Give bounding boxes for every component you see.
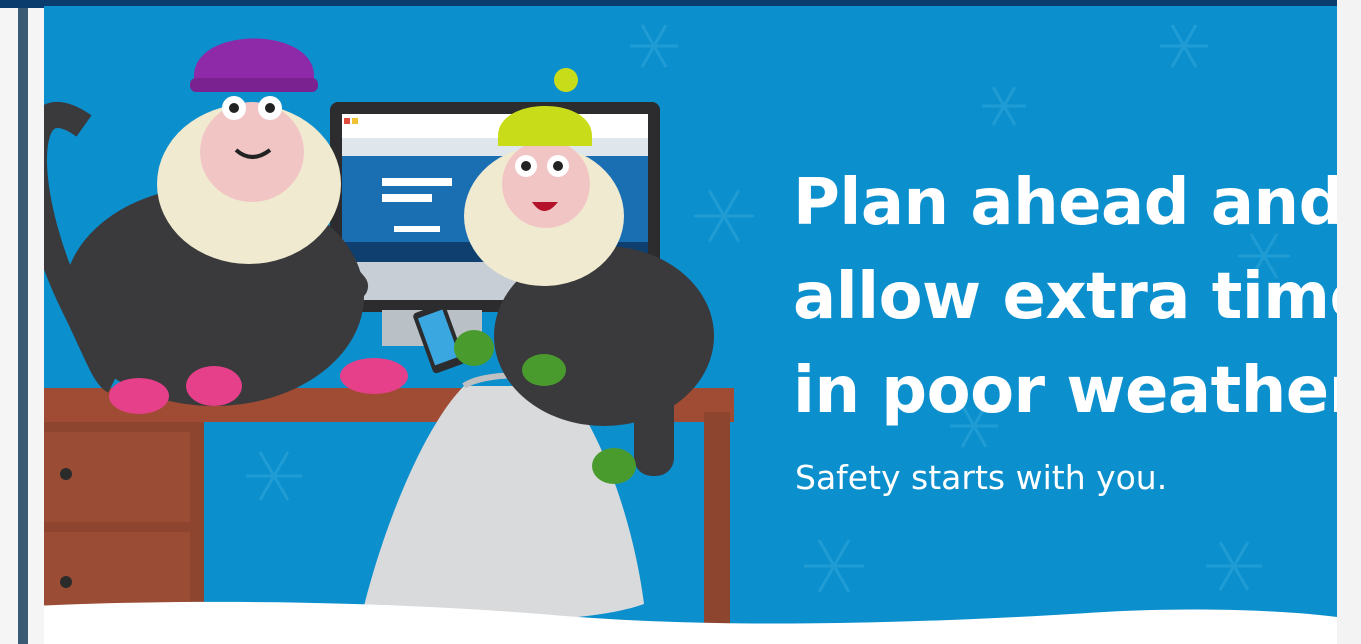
headline-line: Plan ahead and: [793, 166, 1337, 240]
snowflake-icon: [804, 539, 864, 593]
tagline: Safety starts with you.: [795, 458, 1168, 497]
right-margin: [1337, 0, 1361, 644]
left-divider: [18, 0, 28, 644]
snowflake-icon: [630, 24, 678, 68]
snowflake-icon: [1206, 541, 1262, 591]
snowflake-icon: [246, 451, 302, 501]
snow-bank: [44, 601, 1337, 644]
page-frame: Plan ahead and allow extra time in poor …: [0, 0, 1361, 644]
winter-safety-banner: Plan ahead and allow extra time in poor …: [44, 6, 1337, 644]
snowflake-icon: [694, 189, 754, 243]
snowflake-icon: [1160, 24, 1208, 68]
headline-line: allow extra time: [793, 260, 1337, 334]
left-margin: [0, 0, 18, 644]
left-margin-inner: [28, 0, 44, 644]
headline-line: in poor weather.: [793, 354, 1337, 428]
snowflake-icon: [982, 86, 1026, 126]
headline: Plan ahead and allow extra time in poor …: [793, 156, 1337, 438]
